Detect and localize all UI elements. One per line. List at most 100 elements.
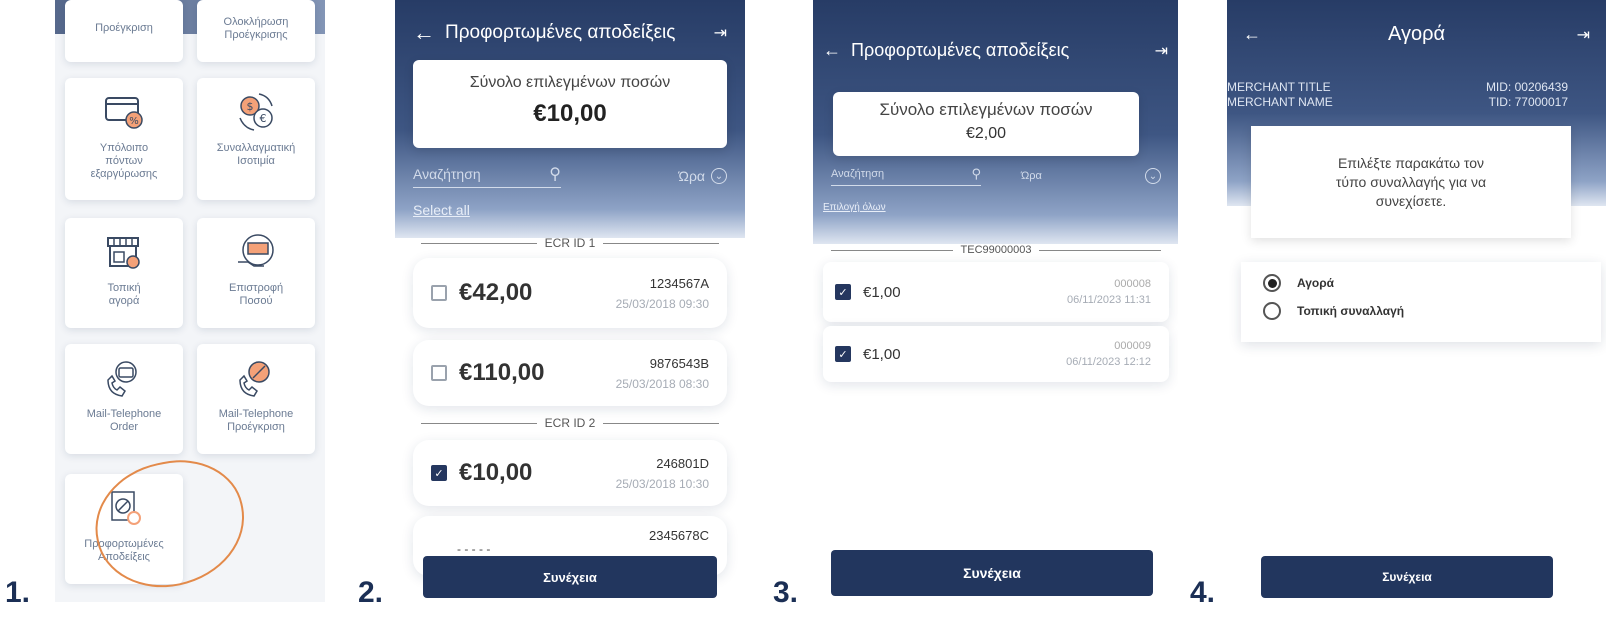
svg-text:%: % xyxy=(129,116,139,127)
search-icon[interactable]: ⚲ xyxy=(971,166,981,182)
option-purchase[interactable]: Αγορά xyxy=(1263,274,1334,292)
tile-label: Προφορτωμένες Αποδείξεις xyxy=(84,538,164,563)
receipt-datetime: 06/11/2023 11:31 xyxy=(1066,294,1151,306)
search-input[interactable]: Αναζήτηση xyxy=(413,166,481,182)
receipt-row[interactable]: ✓ €1,00 000009 06/11/2023 12:12 xyxy=(823,326,1169,382)
receipt-id: 000009 xyxy=(1114,340,1151,352)
title-bar: ← Προφορτωμένες αποδείξεις ⇥ xyxy=(813,40,1178,61)
card-percent-icon: % xyxy=(105,97,143,129)
receipt-row[interactable]: €42,00 1234567A 25/03/2018 09:30 xyxy=(413,258,727,328)
svg-text:$: $ xyxy=(247,100,254,113)
page-title: Προφορτωμένες αποδείξεις xyxy=(445,22,676,43)
prompt-card: Επιλέξτε παρακάτω τον τύπο συναλλαγής γι… xyxy=(1251,126,1571,238)
group-label-ecr1: ECR ID 1 xyxy=(413,236,727,250)
tile-label: Επιστροφή Ποσού xyxy=(229,282,284,307)
tile-complete-preauth[interactable]: Ολοκλήρωση Προέγκρισης xyxy=(197,0,315,62)
row-checkbox-checked[interactable]: ✓ xyxy=(835,284,851,300)
receipt-amount: €42,00 xyxy=(459,279,533,306)
merchant-tid: TID: 77000017 xyxy=(1488,95,1568,109)
back-arrow-icon[interactable]: ← xyxy=(823,40,841,61)
radio-unselected-icon[interactable] xyxy=(1263,302,1281,320)
receipt-row[interactable]: ✓ €10,00 246801D 25/03/2018 10:30 xyxy=(413,440,727,506)
selected-sum-card: Σύνολο επιλεγμένων ποσών €2,00 xyxy=(833,92,1139,156)
search-row: Αναζήτηση ⚲ Ώρα ⌄ xyxy=(413,164,727,188)
receipt-datetime: 25/03/2018 10:30 xyxy=(615,476,709,491)
row-checkbox-checked[interactable]: ✓ xyxy=(835,346,851,362)
tile-mail-telephone-preauth[interactable]: Mail-Telephone Προέγκριση xyxy=(197,344,315,454)
receipt-amount: €110,00 xyxy=(459,359,545,386)
tile-preloaded-receipts[interactable]: Προφορτωμένες Αποδείξεις xyxy=(65,474,183,584)
search-input[interactable]: Αναζήτηση xyxy=(831,168,884,180)
sum-value: €10,00 xyxy=(533,100,607,127)
receipt-datetime: 25/03/2018 09:30 xyxy=(615,296,709,311)
tile-label: Συναλλαγματική Ισοτιμία xyxy=(216,142,296,167)
step-number-3: 3. xyxy=(773,576,799,609)
receipt-row[interactable]: €110,00 9876543B 25/03/2018 08:30 xyxy=(413,340,727,406)
receipt-datetime: 06/11/2023 12:12 xyxy=(1066,356,1151,368)
phone-preauth-icon xyxy=(239,361,270,397)
row-checkbox-checked[interactable]: ✓ xyxy=(431,465,447,481)
step-number-1: 1. xyxy=(5,576,31,609)
sort-label[interactable]: Ώρα xyxy=(678,168,705,184)
back-arrow-icon[interactable]: ← xyxy=(413,20,435,46)
screen-purchase-type: ← Αγορά ⇥ MERCHANT TITLE MERCHANT NAME M… xyxy=(1227,0,1606,602)
select-all-link[interactable]: Επιλογή όλων xyxy=(823,202,886,213)
svg-text:€: € xyxy=(260,112,267,125)
merchant-title: MERCHANT TITLE xyxy=(1227,80,1331,94)
receipt-row[interactable]: ✓ €1,00 000008 06/11/2023 11:31 xyxy=(823,262,1169,322)
tile-label: Προέγκριση xyxy=(95,22,153,34)
transaction-type-options: Αγορά Τοπική συναλλαγή xyxy=(1241,262,1601,342)
receipt-amount: €1,00 xyxy=(863,283,901,301)
tile-mail-telephone-order[interactable]: Mail-Telephone Order xyxy=(65,344,183,454)
receipt-datetime: 25/03/2018 08:30 xyxy=(615,376,709,391)
option-local-transaction[interactable]: Τοπική συναλλαγή xyxy=(1263,302,1404,320)
page-title: Αγορά xyxy=(1387,23,1446,45)
radio-selected-icon[interactable] xyxy=(1263,274,1281,292)
refund-icon xyxy=(238,234,274,267)
phone-card-icon xyxy=(107,361,137,397)
merchant-mid: MID: 00206439 xyxy=(1485,80,1568,94)
merchant-name: MERCHANT NAME xyxy=(1227,95,1333,109)
tile-points-balance[interactable]: % Υπόλοιπο πόντων εξαργύρωσης xyxy=(65,78,183,200)
tile-label: Υπόλοιπο πόντων εξαργύρωσης xyxy=(90,142,158,180)
sort-label[interactable]: Ώρα xyxy=(1021,170,1042,182)
chevron-down-icon[interactable]: ⌄ xyxy=(711,168,727,184)
search-row: Αναζήτηση ⚲ Ώρα ⌄ xyxy=(831,166,1161,186)
title-bar: ← Προφορτωμένες αποδείξεις ⇥ xyxy=(395,20,745,46)
continue-button[interactable]: Συνέχεια xyxy=(831,550,1153,596)
receipt-id: 2345678C xyxy=(649,528,709,543)
sum-value: €2,00 xyxy=(965,125,1007,142)
screen-preloaded-receipts: ← Προφορτωμένες αποδείξεις ⇥ Σύνολο επιλ… xyxy=(395,0,745,602)
preloaded-receipts-icon xyxy=(111,491,141,525)
chevron-down-icon[interactable]: ⌄ xyxy=(1145,168,1161,184)
continue-button[interactable]: Συνέχεια xyxy=(1261,556,1553,598)
exit-icon[interactable]: ⇥ xyxy=(714,23,727,43)
tile-refund[interactable]: Επιστροφή Ποσού xyxy=(197,218,315,328)
continue-button[interactable]: Συνέχεια xyxy=(423,556,717,598)
receipt-id: 9876543B xyxy=(649,355,709,371)
title-bar: ← Αγορά ⇥ xyxy=(1227,23,1606,45)
local-shop-icon xyxy=(107,237,140,269)
exit-icon[interactable]: ⇥ xyxy=(1155,41,1168,61)
sum-label: Σύνολο επιλεγμένων ποσών xyxy=(469,74,671,91)
tile-label: Τοπική αγορά xyxy=(107,282,141,307)
step-number-4: 4. xyxy=(1190,576,1216,609)
tile-local-purchase[interactable]: Τοπική αγορά xyxy=(65,218,183,328)
group-label-ecr2: ECR ID 2 xyxy=(413,416,727,430)
select-all-link[interactable]: Select all xyxy=(413,202,470,218)
group-label-terminal: TEC99000003 xyxy=(823,244,1169,256)
receipt-amount: €10,00 xyxy=(459,459,533,486)
search-icon[interactable]: ⚲ xyxy=(549,164,561,184)
step-number-2: 2. xyxy=(358,576,384,609)
tile-preauth[interactable]: Προέγκριση xyxy=(65,0,183,62)
receipt-id: 246801D xyxy=(656,455,709,471)
screen-preloaded-receipts-new: ← Προφορτωμένες αποδείξεις ⇥ Σύνολο επιλ… xyxy=(813,0,1178,602)
tile-label: Mail-Telephone Προέγκριση xyxy=(218,408,294,433)
receipt-amount-masked: - - - - - xyxy=(457,542,491,556)
tile-label: Ολοκλήρωση Προέγκρισης xyxy=(223,16,289,41)
row-checkbox[interactable] xyxy=(431,365,447,381)
row-checkbox[interactable] xyxy=(431,285,447,301)
tile-exchange-rate[interactable]: $ € Συναλλαγματική Ισοτιμία xyxy=(197,78,315,200)
currency-exchange-icon: $ € xyxy=(239,93,273,131)
receipt-id: 1234567A xyxy=(649,275,709,291)
